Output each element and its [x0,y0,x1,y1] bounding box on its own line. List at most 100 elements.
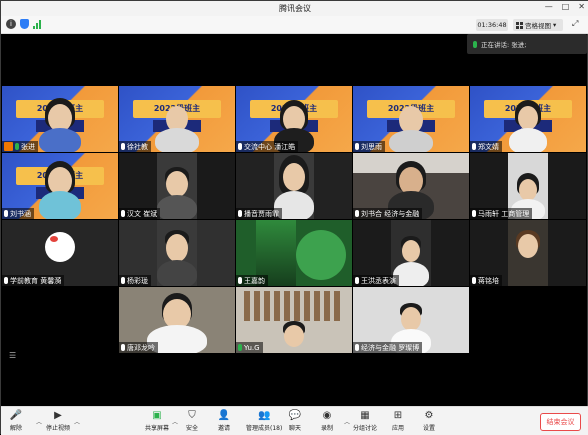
share-screen-button[interactable]: ▣ 共享屏幕 [145,409,169,433]
minimize-icon[interactable]: — [545,2,553,11]
participant-name: 杨彩珑 [119,275,151,286]
microphone-off-icon [121,344,125,351]
microphone-off-icon [238,210,242,217]
camera-icon: ▶ [54,409,62,421]
chevron-up-icon[interactable]: ︿ [344,417,350,426]
video-tile[interactable]: 2022级班主入学 张进 [2,86,118,152]
manage-members-button[interactable]: 👥 管理成员(18) [246,409,282,433]
meeting-timer: 01:36:48 [476,19,508,31]
participant-name: 蒋铭培 [470,275,502,286]
video-tile[interactable]: 王嘉韵 [236,220,352,286]
invite-icon: 👤 [217,409,231,421]
microphone-icon [15,143,19,150]
video-tile[interactable]: 汉文 崔斌 [119,153,235,219]
grid-view-icon [516,21,523,29]
fullscreen-icon[interactable]: ⤢ [572,19,578,29]
video-tile[interactable]: 2022级班主入学 徐社教 [119,86,235,152]
video-tile[interactable]: 刘书合 经济与金融 [353,153,469,219]
microphone-off-icon [121,277,125,284]
close-icon[interactable]: ✕ [578,2,585,11]
chat-button[interactable]: 💬 聊天 [288,409,302,433]
apps-button[interactable]: ⊞ 应用 [392,409,404,433]
video-tile[interactable]: 杨彩珑 [119,220,235,286]
participant-name: 刘书合 经济与金融 [353,208,423,219]
mute-button[interactable]: 🎤 解除 [9,409,23,433]
list-icon[interactable]: ☰ [9,351,16,360]
signal-icon[interactable] [33,19,41,29]
view-mode-label: 宫格视图 [525,22,551,30]
video-tile[interactable]: 播音贾雨霏 [236,153,352,219]
microphone-off-icon [4,277,8,284]
participant-name: 马雨轩 工商管理 [470,208,533,219]
breakout-icon: ▦ [360,409,370,421]
share-screen-icon: ▣ [152,409,162,421]
video-tile[interactable]: 王洪丞表演 [353,220,469,286]
participant-name: 张进 [2,141,38,152]
microphone-off-icon [238,143,242,150]
microphone-icon [238,344,242,351]
host-icon [4,142,13,151]
video-tile[interactable]: 2022级班主入学 刘书涵 [2,153,118,219]
video-tile[interactable]: 2022级班主入学 郑文婧 [470,86,586,152]
video-tile[interactable]: 唐邓龙吟 [119,287,235,353]
microphone-off-icon [472,210,476,217]
microphone-off-icon [472,143,476,150]
video-tile[interactable]: 马雨轩 工商管理 [470,153,586,219]
speaking-label: 正在讲话: 张进; [481,41,527,49]
participant-name: 唐邓龙吟 [119,342,158,353]
participant-name: 郑文婧 [470,141,502,152]
breakout-rooms-button[interactable]: ▦ 分组讨论 [353,409,377,433]
microphone-off-icon [4,210,8,217]
participant-name: 徐社教 [119,141,151,152]
title-bar: 腾讯会议 — □ ✕ [1,1,588,16]
participant-name: 汉文 崔斌 [119,208,161,219]
microphone-off-icon [472,277,476,284]
microphone-icon [473,40,477,48]
video-tile[interactable]: 学前教育 黄馨漪 [2,220,118,286]
participant-name: 王嘉韵 [236,275,268,286]
microphone-off-icon [355,277,359,284]
maximize-icon[interactable]: □ [562,2,570,11]
chat-icon: 💬 [288,409,302,421]
participant-name: 王洪丞表演 [353,275,399,286]
video-tile[interactable]: 蒋铭培 [470,220,586,286]
settings-button[interactable]: ⚙ 设置 [423,409,435,433]
members-icon: 👥 [257,409,271,421]
participant-name: 播音贾雨霏 [236,208,282,219]
participant-name: 刘思雨 [353,141,385,152]
chevron-down-icon: ▾ [553,21,557,29]
microphone-off-icon [355,344,359,351]
video-tile[interactable]: 经济与金融 罗璨博 [353,287,469,353]
shield-icon: ⛉ [188,409,196,421]
microphone-off-icon [121,143,125,150]
window-title: 腾讯会议 [279,4,311,13]
chevron-up-icon[interactable]: ︿ [36,417,42,426]
end-meeting-button[interactable]: 结束会议 [540,413,581,431]
video-tile[interactable]: 2022级班主入学 刘思雨 [353,86,469,152]
meeting-window: 腾讯会议 — □ ✕ i 01:36:48 宫格视图 ▾ ⤢ 正在讲话: 张进;… [0,0,588,435]
microphone-off-icon [121,210,125,217]
avatar [45,232,75,262]
apps-icon: ⊞ [393,409,403,421]
record-button[interactable]: ◉ 录制 [321,409,333,433]
video-tile[interactable]: 2022级班主入学 交流中心 潘江皓 [236,86,352,152]
microphone-off-icon [355,210,359,217]
info-icon[interactable]: i [6,19,16,29]
participant-name: 经济与金融 罗璨博 [353,342,423,353]
microphone-off-icon [355,143,359,150]
participant-name: Yu.G [236,342,263,353]
video-tile[interactable]: Yu.G [236,287,352,353]
video-button[interactable]: ▶ 停止视频 [46,409,70,433]
meeting-info-bar: i 01:36:48 宫格视图 ▾ ⤢ [1,16,588,34]
security-button[interactable]: ⛉ 安全 [186,409,198,433]
invite-button[interactable]: 👤 邀请 [217,409,231,433]
microphone-off-icon [238,277,242,284]
record-icon: ◉ [322,409,332,421]
chevron-up-icon[interactable]: ︿ [172,417,178,426]
bottom-toolbar: 🎤 解除 ︿ ▶ 停止视频 ︿ ▣ 共享屏幕 ︿ ⛉ 安全 👤 邀请 👥 管理成… [1,406,588,435]
chevron-up-icon[interactable]: ︿ [74,417,80,426]
participant-name: 学前教育 黄馨漪 [2,275,65,286]
view-mode-button[interactable]: 宫格视图 ▾ [513,19,563,31]
microphone-icon: 🎤 [9,409,23,421]
shield-icon[interactable] [20,19,29,29]
